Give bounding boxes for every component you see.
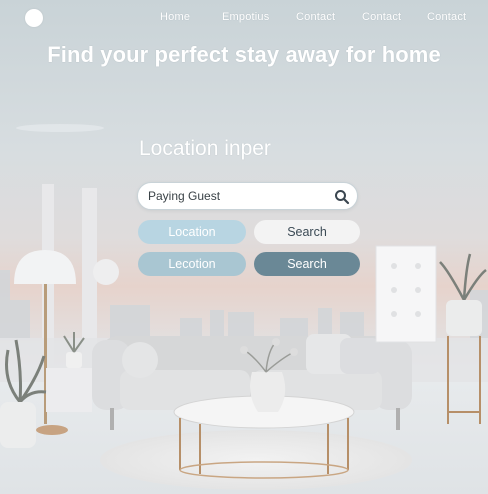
location-button[interactable]: Location <box>138 220 246 244</box>
shelf-tower <box>375 245 437 343</box>
nav-empotius[interactable]: Empotius <box>222 11 269 23</box>
landing-page: Home Empotius Contact Contact Contact Fi… <box>0 0 488 494</box>
side-cabinet <box>46 368 92 412</box>
nav-home[interactable]: Home <box>160 11 190 23</box>
wall-disc <box>93 259 119 285</box>
nav-contact[interactable]: Contact <box>362 11 401 23</box>
search-icon[interactable] <box>334 189 350 205</box>
hero-headline: Find your perfect stay away for home <box>47 42 441 67</box>
location-button-secondary[interactable]: Lecotion <box>138 252 246 276</box>
search-input[interactable] <box>148 187 328 205</box>
cloud <box>16 124 104 132</box>
search-button[interactable]: Search <box>254 220 360 244</box>
nav-contact[interactable]: Contact <box>296 11 335 23</box>
living-room-background <box>0 124 488 494</box>
rug <box>100 430 412 490</box>
nav-contact[interactable]: Contact <box>427 11 466 23</box>
location-section-label: Location inper <box>139 137 271 160</box>
search-button-primary[interactable]: Search <box>254 252 360 276</box>
search-box <box>137 182 358 210</box>
top-nav: Home Empotius Contact Contact Contact <box>0 11 488 25</box>
